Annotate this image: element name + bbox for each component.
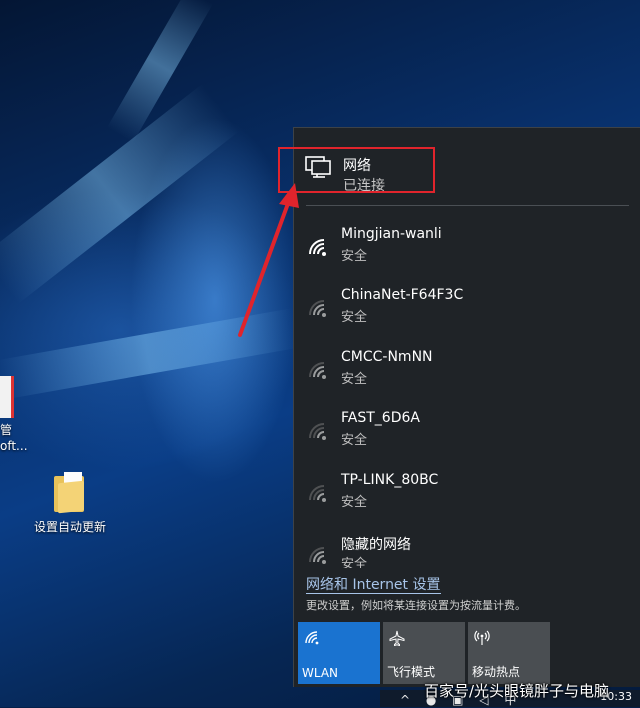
tile-label: 移动热点	[472, 665, 521, 679]
wifi-signal-icon	[309, 300, 326, 317]
wifi-security: 安全	[341, 372, 368, 387]
wifi-signal-icon	[309, 239, 326, 256]
desktop-icon-document[interactable]: 管 oft...	[0, 376, 28, 454]
wifi-network-item[interactable]: TP-LINK_80BC 安全	[294, 472, 640, 528]
wifi-security: 安全	[341, 433, 368, 448]
wifi-signal-icon	[309, 485, 326, 502]
desktop-icon-label: 管	[0, 423, 13, 437]
wifi-security: 安全	[341, 557, 368, 568]
desktop-icon-label: 设置自动更新	[33, 520, 106, 534]
wlan-toggle-tile[interactable]: WLAN	[298, 622, 380, 684]
wifi-ssid: FAST_6D6A	[341, 410, 420, 426]
wifi-signal-icon	[309, 423, 326, 440]
wifi-ssid: ChinaNet-F64F3C	[341, 287, 464, 303]
wifi-ssid: 隐藏的网络	[341, 537, 411, 553]
light-beam	[0, 308, 299, 400]
tile-label: 飞行模式	[387, 665, 436, 679]
wifi-ssid: Mingjian-wanli	[341, 226, 442, 242]
wifi-signal-icon	[309, 362, 326, 379]
airplane-mode-tile[interactable]: 飞行模式	[383, 622, 465, 684]
airplane-icon	[389, 630, 405, 646]
wifi-network-item[interactable]: FAST_6D6A 安全	[294, 410, 640, 466]
wifi-network-item[interactable]: Mingjian-wanli 安全	[294, 226, 640, 282]
folder-icon	[54, 472, 86, 514]
watermark-text: 百家号/光头眼镜胖子与电脑	[424, 682, 610, 700]
desktop-icon-folder[interactable]: 设置自动更新	[24, 472, 116, 535]
mobile-hotspot-tile[interactable]: 移动热点	[468, 622, 550, 684]
highlight-box	[278, 147, 435, 193]
tile-label: WLAN	[302, 666, 339, 680]
wifi-network-item[interactable]: 隐藏的网络 安全	[294, 534, 640, 568]
wifi-network-item[interactable]: CMCC-NmNN 安全	[294, 349, 640, 405]
wifi-security: 安全	[341, 495, 368, 510]
divider	[306, 205, 629, 206]
document-icon	[0, 376, 14, 418]
wifi-network-item[interactable]: ChinaNet-F64F3C 安全	[294, 287, 640, 343]
network-internet-settings-link[interactable]: 网络和 Internet 设置	[306, 577, 441, 594]
desktop-icon-label: oft...	[0, 439, 28, 453]
network-flyout-panel: 网络 已连接 Mingjian-wanli 安全 ChinaNet-F64F3C…	[293, 127, 640, 687]
settings-description: 更改设置，例如将某连接设置为按流量计费。	[306, 599, 526, 612]
wifi-ssid: TP-LINK_80BC	[341, 472, 439, 488]
wifi-security: 安全	[341, 249, 368, 264]
wifi-signal-icon	[309, 547, 326, 564]
wifi-icon	[305, 631, 319, 645]
hotspot-icon	[474, 630, 490, 645]
wifi-ssid: CMCC-NmNN	[341, 349, 433, 365]
wifi-security: 安全	[341, 310, 368, 325]
